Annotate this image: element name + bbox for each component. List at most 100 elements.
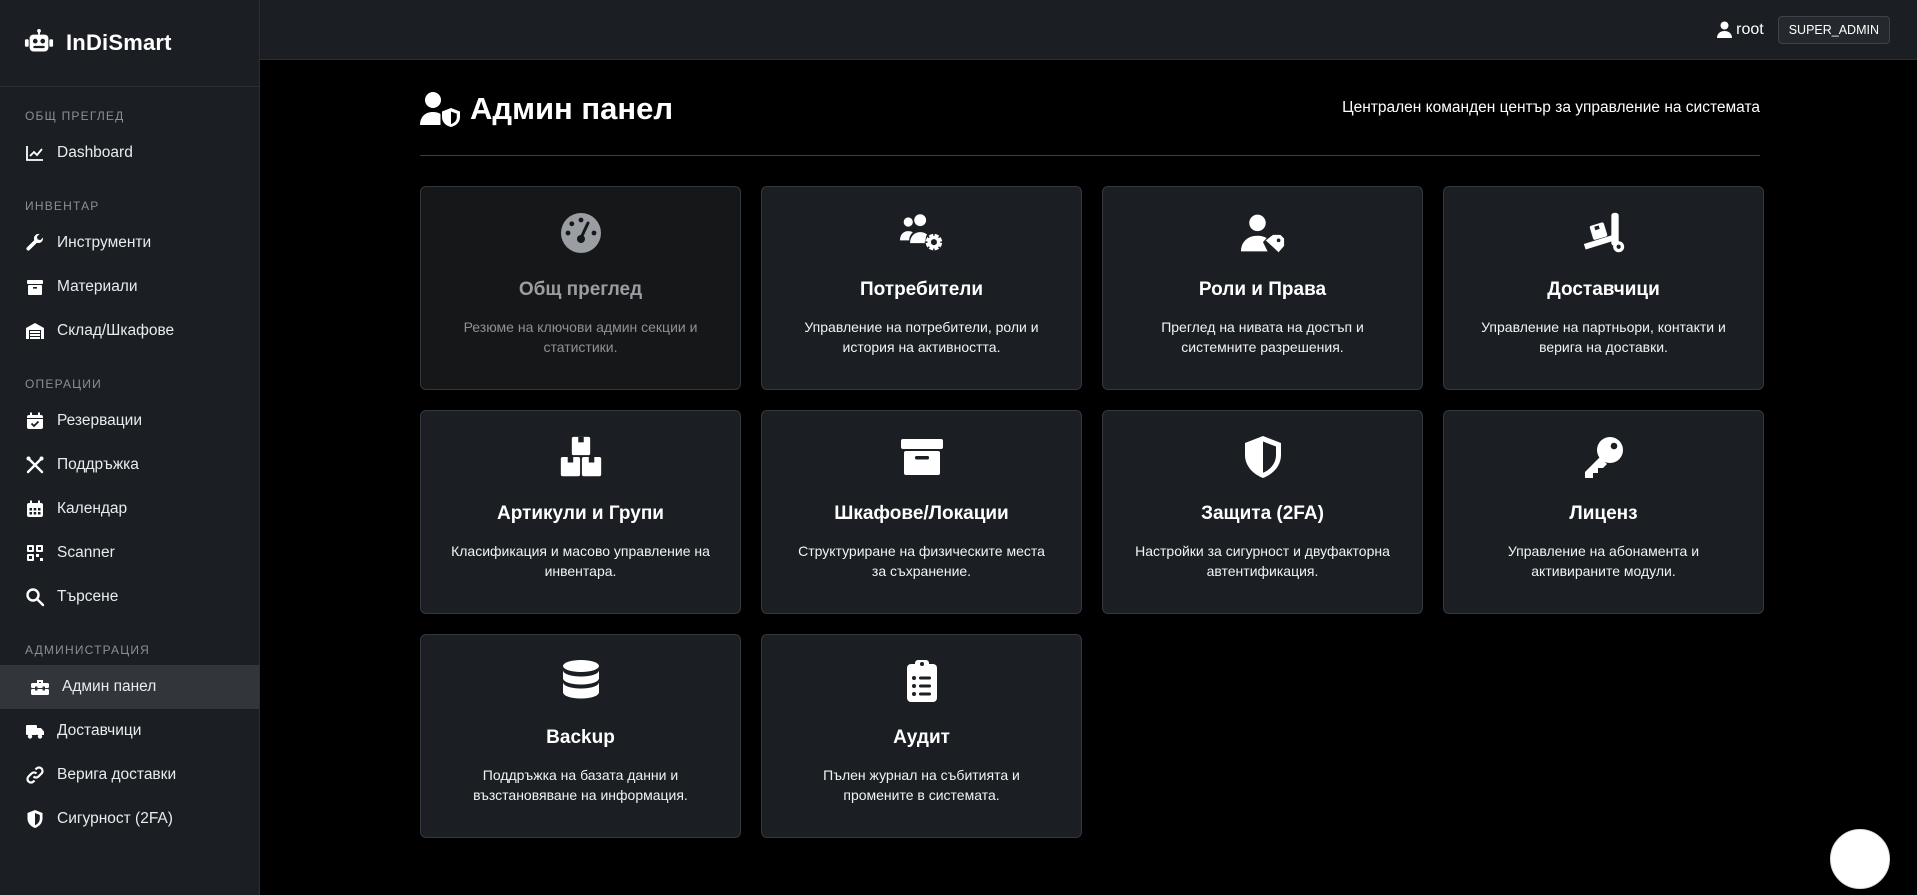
- sidebar-item-security[interactable]: Сигурност (2FA): [0, 797, 259, 841]
- tools-icon: [26, 456, 44, 474]
- main-content: Админ панел Централен команден център за…: [420, 60, 1764, 838]
- card-title: Роли и Права: [1198, 279, 1327, 300]
- page-subtitle: Централен команден център за управление …: [1342, 98, 1760, 116]
- warehouse-icon: [26, 323, 44, 339]
- nav-section-operations: ОПЕРАЦИИ: [25, 377, 102, 391]
- card-overview[interactable]: Общ преглед Резюме на ключови админ секц…: [420, 186, 741, 390]
- admin-card-grid: Общ преглед Резюме на ключови админ секц…: [420, 186, 1764, 838]
- card-title: Лиценз: [1569, 503, 1638, 524]
- card-desc: Управление на потребители, роли и истори…: [804, 319, 1039, 355]
- sidebar-item-scanner[interactable]: Scanner: [0, 531, 259, 575]
- sidebar-item-label: Доставчици: [57, 722, 142, 739]
- search-icon: [26, 588, 45, 607]
- app: InDiSmart ОБЩ ПРЕГЛЕД Dashboard ИНВЕНТАР…: [0, 0, 1917, 895]
- card-license[interactable]: Лиценз Управление на абонамента и активи…: [1443, 410, 1764, 614]
- sidebar-item-label: Календар: [57, 500, 128, 517]
- card-desc: Управление на абонамента и активираните …: [1507, 543, 1700, 579]
- floating-action-button[interactable]: [1830, 829, 1890, 889]
- card-title: Шкафове/Локации: [834, 503, 1009, 524]
- card-desc: Резюме на ключови админ секции и статист…: [463, 319, 698, 355]
- toolbox-icon: [31, 680, 49, 695]
- wrench-icon: [26, 233, 43, 251]
- user-menu[interactable]: root: [1717, 21, 1764, 39]
- shield-icon: [27, 810, 43, 828]
- brand[interactable]: InDiSmart: [0, 0, 259, 87]
- page-title-wrap: Админ панел: [420, 91, 673, 127]
- sidebar-item-reservations[interactable]: Резервации: [0, 399, 259, 443]
- card-title: Защита (2FA): [1201, 503, 1324, 524]
- card-audit[interactable]: Аудит Пълен журнал на събитията и промен…: [761, 634, 1082, 838]
- card-desc: Настройки за сигурност и двуфакторна авт…: [1135, 543, 1390, 579]
- user-tag-icon: [1239, 209, 1287, 257]
- card-desc: Структуриране на физическите места за съ…: [798, 543, 1045, 579]
- card-items-groups[interactable]: Артикули и Групи Класификация и масово у…: [420, 410, 741, 614]
- chart-line-icon: [26, 146, 43, 161]
- box-icon: [27, 280, 43, 295]
- calendar-check-icon: [27, 412, 43, 429]
- card-users[interactable]: Потребители Управление на потребители, р…: [761, 186, 1082, 390]
- sidebar-item-suppliers[interactable]: Доставчици: [0, 709, 259, 753]
- card-title: Общ преглед: [518, 279, 643, 300]
- sidebar-item-tools[interactable]: Инструменти: [0, 221, 259, 265]
- sidebar-item-supply-chain[interactable]: Верига доставки: [0, 753, 259, 797]
- sidebar-item-label: Dashboard: [57, 144, 133, 161]
- truck-icon: [26, 725, 44, 739]
- card-cabinets[interactable]: Шкафове/Локации Структуриране на физичес…: [761, 410, 1082, 614]
- sidebar-item-label: Склад/Шкафове: [57, 322, 175, 339]
- card-2fa[interactable]: Защита (2FA) Настройки за сигурност и дв…: [1102, 410, 1423, 614]
- shield-halved-icon: [1239, 433, 1287, 481]
- sidebar: InDiSmart ОБЩ ПРЕГЛЕД Dashboard ИНВЕНТАР…: [0, 0, 260, 895]
- sidebar-item-label: Сигурност (2FA): [57, 810, 173, 827]
- nav-section-inventory: ИНВЕНТАР: [25, 199, 100, 213]
- sidebar-item-dashboard[interactable]: Dashboard: [0, 131, 259, 175]
- nav-section-administration: АДМИНИСТРАЦИЯ: [25, 643, 151, 657]
- user-name: root: [1736, 20, 1764, 38]
- card-backup[interactable]: Backup Поддръжка на базата данни и възст…: [420, 634, 741, 838]
- card-title: Потребители: [859, 279, 984, 300]
- sidebar-item-label: Scanner: [57, 544, 115, 561]
- sidebar-item-label: Инструменти: [57, 234, 152, 251]
- robot-icon: [24, 28, 54, 52]
- card-desc: Класификация и масово управление на инве…: [451, 543, 710, 579]
- boxes-icon: [557, 433, 605, 481]
- database-icon: [557, 657, 605, 705]
- page-header: Админ панел Централен команден център за…: [420, 60, 1760, 156]
- card-title: Артикули и Групи: [496, 503, 664, 524]
- clipboard-list-icon: [898, 657, 946, 705]
- archive-icon: [898, 433, 946, 481]
- card-roles[interactable]: Роли и Права Преглед на нивата на достъп…: [1102, 186, 1423, 390]
- sidebar-item-label: Материали: [57, 278, 138, 295]
- topbar: root SUPER_ADMIN: [260, 0, 1917, 60]
- link-icon: [26, 766, 44, 784]
- card-title: Аудит: [893, 727, 950, 748]
- sidebar-item-label: Верига доставки: [57, 766, 177, 783]
- sidebar-item-admin-panel[interactable]: Админ панел: [0, 665, 259, 709]
- user-icon: [1717, 21, 1733, 38]
- card-desc: Пълен журнал на събитията и промените в …: [823, 767, 1020, 803]
- card-title: Доставчици: [1547, 279, 1660, 300]
- user-shield-icon: [420, 91, 460, 127]
- sidebar-item-label: Поддръжка: [57, 456, 139, 473]
- page-title: Админ панел: [470, 90, 674, 126]
- dolly-icon: [1580, 209, 1628, 257]
- users-cog-icon: [898, 209, 946, 257]
- qrcode-icon: [27, 545, 43, 561]
- sidebar-item-search[interactable]: Търсене: [0, 575, 259, 619]
- card-desc: Поддръжка на базата данни и възстановява…: [473, 767, 688, 803]
- sidebar-item-warehouse[interactable]: Склад/Шкафове: [0, 309, 259, 353]
- sidebar-item-label: Резервации: [57, 412, 142, 429]
- sidebar-item-calendar[interactable]: Календар: [0, 487, 259, 531]
- card-desc: Преглед на нивата на достъп и системните…: [1161, 319, 1364, 355]
- sidebar-item-materials[interactable]: Материали: [0, 265, 259, 309]
- sidebar-item-label: Админ панел: [62, 678, 157, 695]
- sidebar-item-maintenance[interactable]: Поддръжка: [0, 443, 259, 487]
- card-title: Backup: [546, 727, 615, 748]
- nav-section-overview: ОБЩ ПРЕГЛЕД: [25, 109, 125, 123]
- card-desc: Управление на партньори, контакти и вери…: [1481, 319, 1726, 355]
- gauge-icon: [557, 209, 605, 257]
- sidebar-item-label: Търсене: [57, 588, 119, 605]
- brand-name: InDiSmart: [66, 30, 172, 55]
- role-badge: SUPER_ADMIN: [1777, 15, 1890, 44]
- calendar-icon: [27, 500, 43, 517]
- card-suppliers[interactable]: Доставчици Управление на партньори, конт…: [1443, 186, 1764, 390]
